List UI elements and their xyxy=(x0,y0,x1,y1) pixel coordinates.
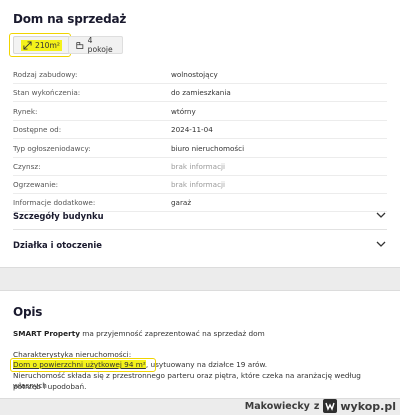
detail-value: do zamieszkania xyxy=(171,88,231,97)
description-title: Opis xyxy=(13,305,43,319)
detail-row: Ogrzewanie: brak informacji xyxy=(13,180,387,194)
detail-value: 2024-11-04 xyxy=(171,125,213,134)
detail-row: Rodzaj zabudowy: wolnostojący xyxy=(13,70,387,84)
description-intro: SMART Property ma przyjemność zaprezento… xyxy=(13,329,393,339)
detail-key: Typ ogłoszeniodawcy: xyxy=(13,144,91,153)
listing-title: Dom na sprzedaż xyxy=(13,12,127,26)
detail-key: Czynsz: xyxy=(13,162,41,171)
watermark-user: Makowiecky xyxy=(244,400,310,412)
description-line: Dom o powierzchni użytkowej 94 m², usytu… xyxy=(13,360,393,370)
line-rest: , usytuowany na działce 19 arów. xyxy=(145,360,268,369)
detail-value: brak informacji xyxy=(171,180,226,189)
accordion-plot-surroundings[interactable]: Działka i otoczenie xyxy=(13,238,387,252)
detail-value: brak informacji xyxy=(171,162,226,171)
detail-key: Rodzaj zabudowy: xyxy=(13,70,78,79)
section-heading: Charakterystyka nieruchomości: xyxy=(13,350,132,359)
area-icon xyxy=(23,40,32,50)
description-card: Opis SMART Property ma przyjemność zapre… xyxy=(0,290,400,399)
accordion-label: Działka i otoczenie xyxy=(13,240,102,250)
divider xyxy=(13,229,387,230)
chevron-down-icon xyxy=(376,241,386,247)
detail-key: Rynek: xyxy=(13,107,38,116)
watermark-site: wykop.pl xyxy=(340,399,396,413)
agency-name: SMART Property xyxy=(13,329,80,338)
accordion-building-details[interactable]: Szczegóły budynku xyxy=(13,209,387,223)
detail-key: Ogrzewanie: xyxy=(13,180,59,189)
detail-value: wtórny xyxy=(171,107,196,116)
intro-text: ma przyjemność zaprezentować na sprzedaż… xyxy=(79,329,265,338)
area-highlight: 210m² xyxy=(21,39,62,51)
detail-row: Dostępne od: 2024-11-04 xyxy=(13,125,387,139)
detail-value: garaż xyxy=(171,198,192,207)
watermark-separator: z xyxy=(313,400,320,412)
detail-value: biuro nieruchomości xyxy=(171,144,245,153)
detail-key: Dostępne od: xyxy=(13,125,62,134)
detail-key: Stan wykończenia: xyxy=(13,88,81,97)
highlighted-area: Dom o powierzchni użytkowej 94 m² xyxy=(13,360,146,369)
listing-details-card: Dom na sprzedaż 210m² 4 pokoje Rodzaj za… xyxy=(0,0,400,268)
detail-row: Stan wykończenia: do zamieszkania xyxy=(13,88,387,102)
area-chip: 210m² xyxy=(13,36,70,54)
description-line: potrzeb i upodobań. xyxy=(13,382,87,391)
rooms-chip: 4 pokoje xyxy=(68,36,123,54)
detail-row: Typ ogłoszeniodawcy: biuro nieruchomości xyxy=(13,144,387,158)
accordion-label: Szczegóły budynku xyxy=(13,211,104,221)
watermark-brand: wykop.pl xyxy=(323,399,396,413)
rooms-value: 4 pokoje xyxy=(87,36,113,54)
detail-key: Informacje dodatkowe: xyxy=(13,198,96,207)
wykop-logo-icon xyxy=(323,399,338,413)
chevron-down-icon xyxy=(376,212,386,218)
watermark: Makowiecky z wykop.pl xyxy=(245,398,396,414)
detail-row: Czynsz: brak informacji xyxy=(13,162,387,176)
detail-value: wolnostojący xyxy=(171,70,218,79)
area-value: 210m² xyxy=(35,40,60,50)
floorplan-icon xyxy=(76,41,84,49)
detail-row: Rynek: wtórny xyxy=(13,107,387,121)
